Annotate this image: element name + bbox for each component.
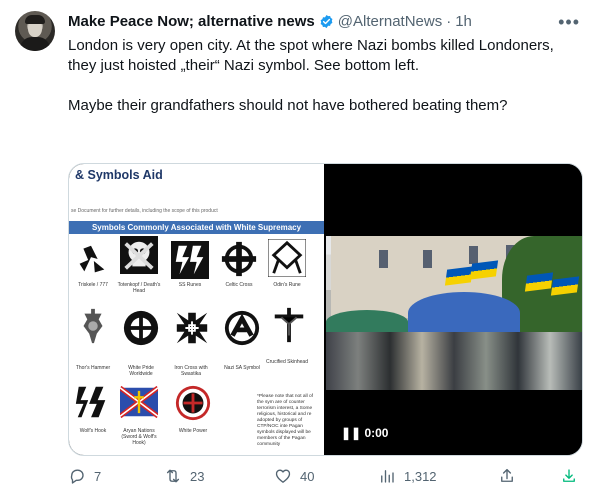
symbol-label-white-pride: White Pride Worldwide xyxy=(128,365,154,377)
symbol-label-totenkopf: Totenkopf / Death's Head xyxy=(117,282,161,294)
symbol-label-ss-runes: SS Runes xyxy=(178,282,202,288)
avatar-coat xyxy=(20,37,50,51)
retweet-count: 23 xyxy=(190,468,205,484)
separator-dot: · xyxy=(446,12,452,30)
views-count: 1,312 xyxy=(404,468,437,484)
tweet-media[interactable]: & Symbols Aid se Document for further de… xyxy=(68,163,583,456)
celtic-cross-symbol-icon xyxy=(221,241,257,277)
white-power-symbol-icon xyxy=(175,385,211,421)
iron-cross-symbol-icon xyxy=(176,312,208,344)
download-button[interactable] xyxy=(560,467,578,485)
video-window xyxy=(469,246,478,264)
avatar-hair xyxy=(25,15,45,24)
tweet-paragraph-1: London is very open city. At the spot wh… xyxy=(68,37,554,74)
video-blue-tent xyxy=(408,292,520,334)
tweet[interactable]: Make Peace Now; alternative news @Altern… xyxy=(0,0,601,499)
like-button[interactable]: 40 xyxy=(274,467,314,485)
video-window xyxy=(379,250,388,268)
reply-count: 7 xyxy=(94,468,102,484)
symbol-label-wolfs-hook: Wolf's Hook xyxy=(79,428,107,434)
download-icon xyxy=(563,469,575,482)
share-icon xyxy=(501,468,513,482)
white-pride-symbol-icon xyxy=(123,310,159,346)
symbol-label-iron-cross: Iron Cross with Swastika xyxy=(174,365,208,377)
symbol-label-thors-hammer: Thor's Hammer xyxy=(75,365,111,371)
sa-symbol-icon xyxy=(224,310,260,346)
video-window xyxy=(423,250,432,268)
video-time-control[interactable]: ❚❚ 0:00 xyxy=(341,426,388,440)
verified-badge-icon xyxy=(319,14,334,29)
symbols-document-image[interactable]: & Symbols Aid se Document for further de… xyxy=(69,164,324,455)
document-note: *Please note that not all of the sym are… xyxy=(257,394,314,447)
symbol-label-aryan-nations: Aryan Nations (Sword & Wolf's Hook) xyxy=(121,428,157,446)
symbol-label-odins-rune: Odin's Rune xyxy=(273,282,301,288)
reply-button[interactable]: 7 xyxy=(68,467,101,485)
tweet-time[interactable]: 1h xyxy=(455,13,472,30)
skull-symbol-icon xyxy=(120,236,158,274)
symbol-label-triskele: Triskele / 777 xyxy=(78,282,108,288)
tweet-actions: 7 23 40 1,312 xyxy=(68,464,581,488)
thors-hammer-symbol-icon xyxy=(83,308,103,344)
document-section-header: Symbols Commonly Associated with White S… xyxy=(69,221,324,234)
symbol-label-white-power: White Power xyxy=(178,428,208,434)
reply-icon xyxy=(70,469,84,484)
tweet-text: London is very open city. At the spot wh… xyxy=(68,36,578,136)
more-icon[interactable]: ••• xyxy=(558,12,580,33)
ss-runes-symbol-icon xyxy=(171,241,209,279)
document-subtitle: se Document for further details, includi… xyxy=(71,208,218,214)
crucified-skinhead-symbol-icon xyxy=(274,307,304,343)
views-button[interactable]: 1,312 xyxy=(378,467,437,485)
tweet-paragraph-2: Maybe their grandfathers should not have… xyxy=(68,97,508,114)
document-title: & Symbols Aid xyxy=(75,168,163,182)
retweet-icon xyxy=(166,469,180,483)
symbol-label-sa-symbol: Nazi SA Symbol xyxy=(224,365,260,371)
video-player[interactable]: ❚❚ 0:00 xyxy=(326,164,582,455)
retweet-button[interactable]: 23 xyxy=(164,467,204,485)
avatar[interactable] xyxy=(15,11,55,51)
video-time-label: 0:00 xyxy=(364,426,389,440)
like-icon xyxy=(275,469,291,483)
like-count: 40 xyxy=(300,468,315,484)
odins-rune-symbol-icon xyxy=(268,239,306,277)
video-frame xyxy=(326,236,582,390)
symbol-label-celtic-cross: Celtic Cross xyxy=(225,282,253,288)
aryan-nations-symbol-icon xyxy=(120,385,158,419)
author-name[interactable]: Make Peace Now; alternative news xyxy=(68,13,315,30)
author-handle[interactable]: @AlternatNews xyxy=(338,13,442,30)
video-green-umbrella xyxy=(326,310,408,334)
views-icon xyxy=(381,470,394,483)
share-button[interactable] xyxy=(498,467,516,485)
symbol-label-crucified-skinhead: Crucified Skinhead xyxy=(266,359,308,365)
triskele-symbol-icon xyxy=(79,245,105,273)
tweet-header: Make Peace Now; alternative news @Altern… xyxy=(68,11,568,31)
video-crowd xyxy=(326,332,582,390)
wolfs-hook-symbol-icon xyxy=(75,386,106,418)
